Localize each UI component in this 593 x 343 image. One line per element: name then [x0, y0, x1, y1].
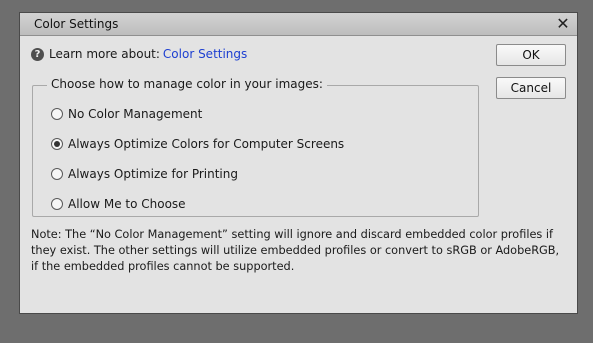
color-settings-dialog: Color Settings ✕ ? Learn more about: Col…	[19, 12, 578, 314]
radio-optimize-printing[interactable]: Always Optimize for Printing	[51, 166, 238, 182]
help-link[interactable]: Color Settings	[163, 47, 247, 61]
radio-no-color-management[interactable]: No Color Management	[51, 106, 202, 122]
close-icon[interactable]: ✕	[555, 15, 571, 32]
radio-button-selected[interactable]	[51, 138, 63, 150]
group-legend: Choose how to manage color in your image…	[47, 77, 327, 91]
note-text: Note: The “No Color Management” setting …	[31, 228, 560, 273]
question-icon: ?	[31, 47, 44, 61]
ok-button[interactable]: OK	[496, 44, 566, 66]
cancel-button[interactable]: Cancel	[496, 77, 566, 99]
radio-button[interactable]	[51, 198, 63, 210]
radio-label: Always Optimize Colors for Computer Scre…	[68, 137, 345, 151]
help-label: Learn more about:	[49, 47, 160, 61]
radio-optimize-screens[interactable]: Always Optimize Colors for Computer Scre…	[51, 136, 344, 152]
radio-allow-me-to-choose[interactable]: Allow Me to Choose	[51, 196, 186, 212]
radio-label: Always Optimize for Printing	[68, 167, 238, 181]
color-management-group: Choose how to manage color in your image…	[32, 77, 479, 217]
radio-label: Allow Me to Choose	[68, 197, 186, 211]
radio-button[interactable]	[51, 108, 63, 120]
radio-label: No Color Management	[68, 107, 203, 121]
radio-button[interactable]	[51, 168, 63, 180]
dialog-title: Color Settings	[34, 17, 119, 31]
dialog-titlebar[interactable]: Color Settings ✕	[20, 13, 577, 36]
help-row: ? Learn more about: Color Settings	[31, 46, 247, 62]
